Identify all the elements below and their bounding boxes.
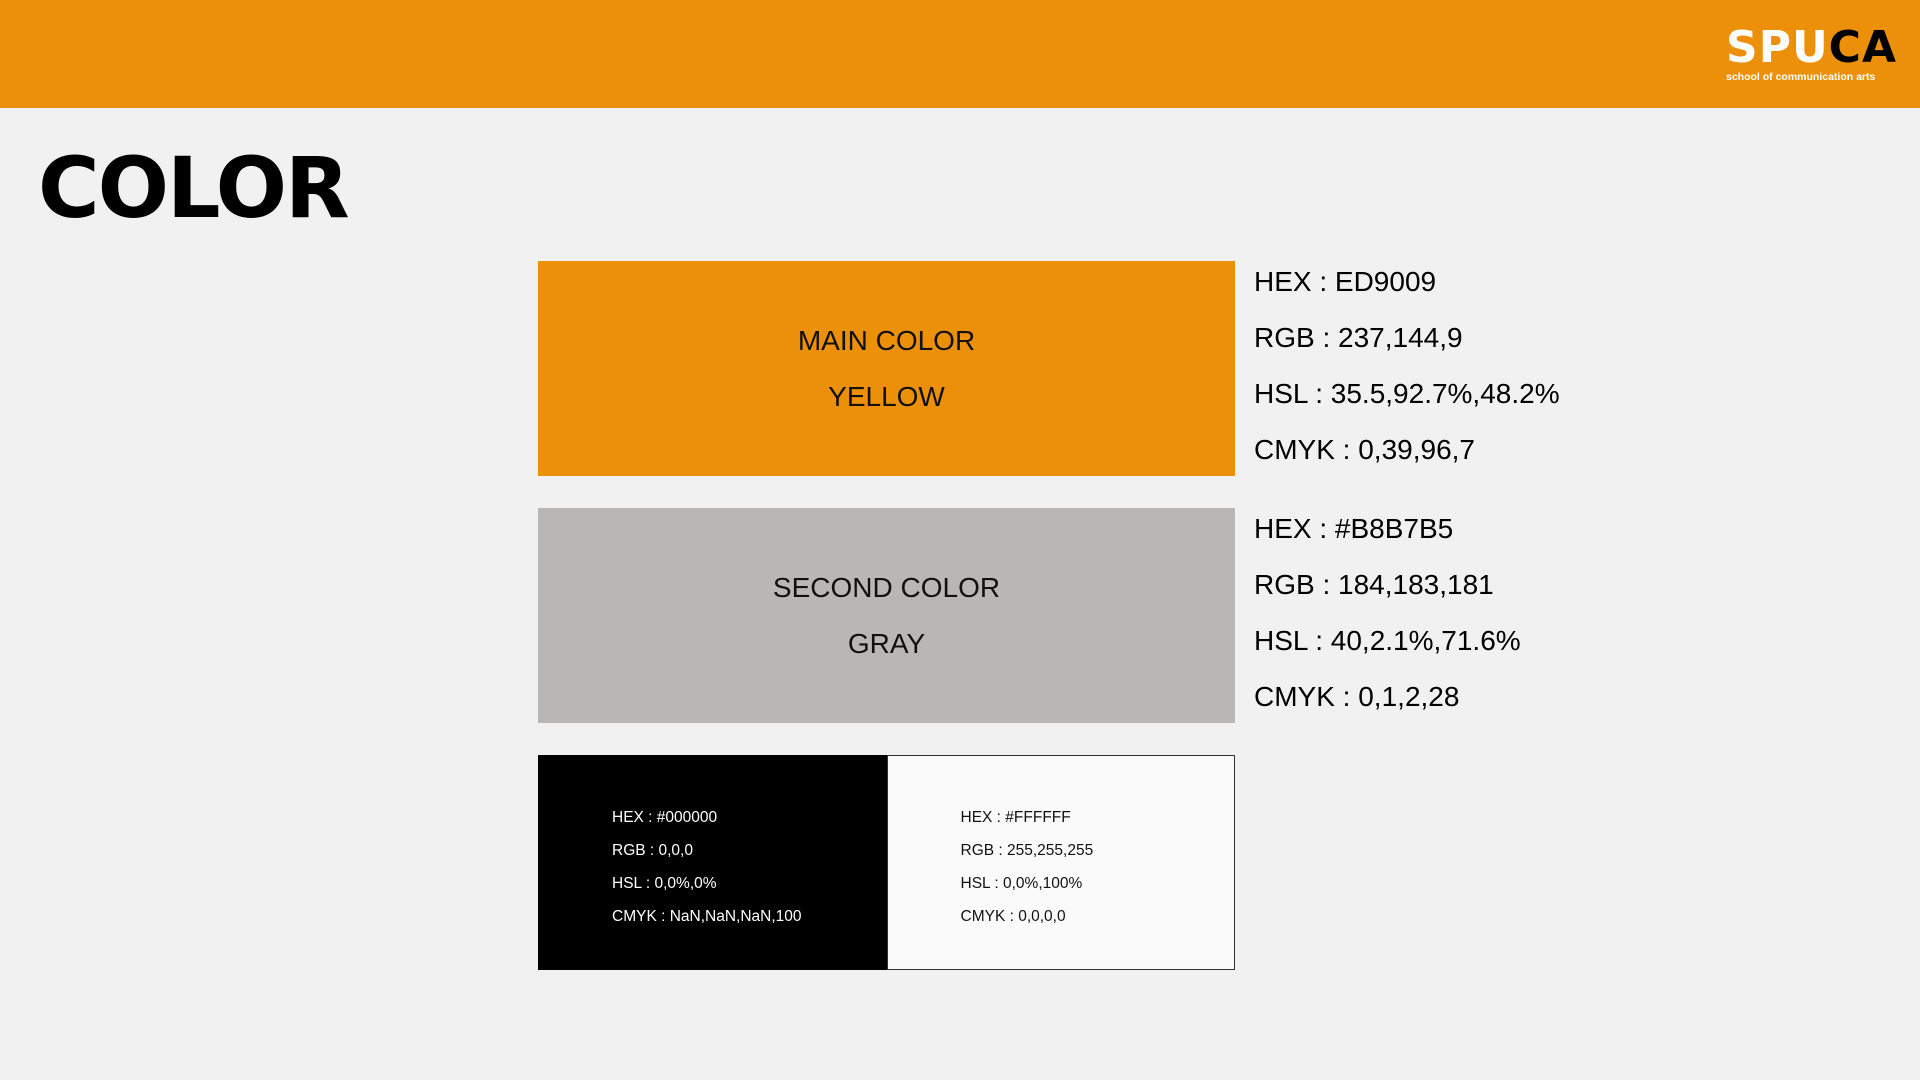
logo-tagline: school of communication arts [1726, 71, 1876, 83]
black-rgb: RGB : 0,0,0 [612, 842, 693, 859]
main-color-swatch: MAIN COLOR YELLOW [538, 261, 1235, 476]
main-color-rgb: RGB : 237,144,9 [1254, 322, 1463, 353]
main-color-specs: HEX : ED9009 RGB : 237,144,9 HSL : 35.5,… [1254, 261, 1560, 485]
main-color-label: MAIN COLOR [797, 324, 976, 356]
main-color-cmyk: CMYK : 0,39,96,7 [1254, 434, 1476, 465]
logo-word-spu: SPU [1726, 22, 1829, 73]
white-rgb: RGB : 255,255,255 [960, 842, 1094, 859]
black-hsl: HSL : 0,0%,0% [612, 875, 717, 892]
black-white-swatches: HEX : #000000 RGB : 0,0,0 HSL : 0,0%,0% … [538, 755, 1235, 970]
black-swatch: HEX : #000000 RGB : 0,0,0 HSL : 0,0%,0% … [538, 755, 887, 970]
second-color-swatch: SECOND COLOR GRAY [538, 508, 1235, 723]
main-color-hsl: HSL : 35.5,92.7%,48.2% [1254, 378, 1560, 409]
second-color-hex: HEX : #B8B7B5 [1254, 513, 1454, 544]
white-cmyk: CMYK : 0,0,0,0 [960, 908, 1066, 925]
white-hex: HEX : #FFFFFF [960, 809, 1071, 826]
second-color-name: GRAY [847, 627, 926, 659]
second-color-specs: HEX : #B8B7B5 RGB : 184,183,181 HSL : 40… [1254, 508, 1521, 732]
white-swatch: HEX : #FFFFFF RGB : 255,255,255 HSL : 0,… [886, 755, 1235, 970]
second-color-label: SECOND COLOR [772, 571, 1001, 603]
main-color-hex: HEX : ED9009 [1254, 266, 1437, 297]
logo-word-ca: CA [1828, 22, 1898, 73]
logo-wordmark: SPUCA [1726, 26, 1898, 70]
second-color-cmyk: CMYK : 0,1,2,28 [1254, 681, 1460, 712]
header-bar: SPUCA school of communication arts [0, 0, 1920, 108]
spuca-logo: SPUCA school of communication arts [1726, 26, 1898, 84]
page-title: COLOR [38, 139, 350, 237]
main-color-name: YELLOW [828, 380, 945, 412]
black-cmyk: CMYK : NaN,NaN,NaN,100 [612, 908, 802, 925]
white-hsl: HSL : 0,0%,100% [960, 875, 1083, 892]
second-color-hsl: HSL : 40,2.1%,71.6% [1254, 625, 1521, 656]
second-color-rgb: RGB : 184,183,181 [1254, 569, 1494, 600]
black-hex: HEX : #000000 [612, 809, 718, 826]
